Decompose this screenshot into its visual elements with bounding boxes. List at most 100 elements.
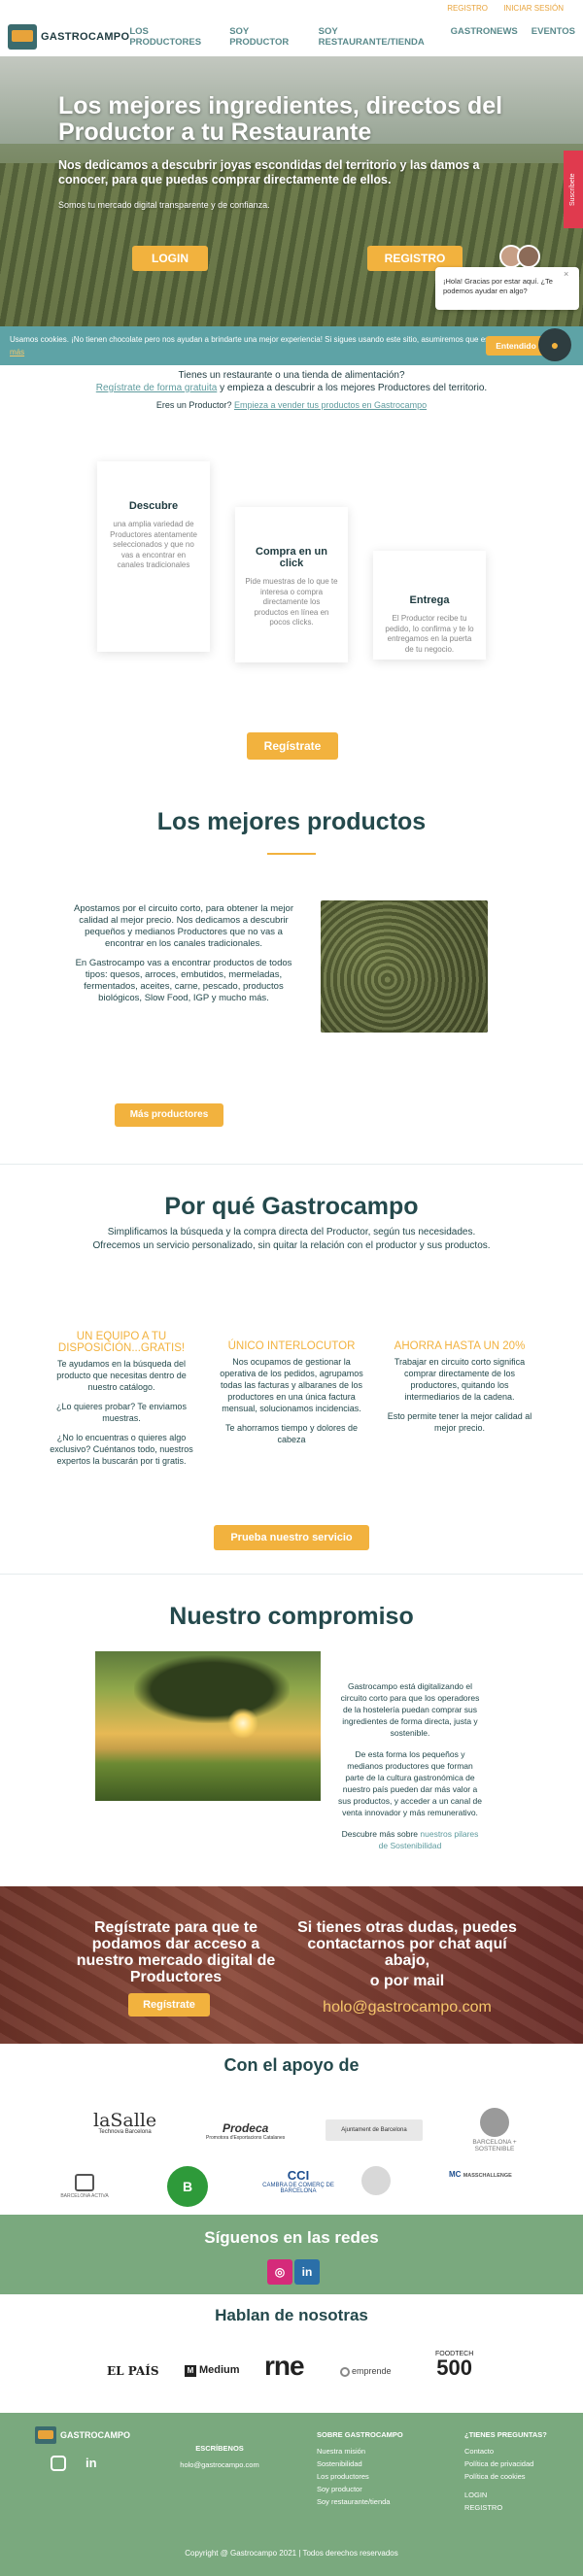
emprende-text: emprende <box>352 2366 392 2376</box>
foodtech500-logo: FOODTECH 500 <box>435 2351 473 2379</box>
cookie-banner: Usamos cookies. ¡No tienen chocolate per… <box>0 326 583 365</box>
nav-item-soy-productor[interactable]: SOY PRODUCTOR <box>229 26 304 48</box>
footer-about-title: SOBRE GASTROCAMPO <box>317 2430 403 2439</box>
barcelona-activa-logo: BARCELONA ACTIVA <box>58 2174 111 2199</box>
cta-contact-or: o por mail <box>369 1973 445 1989</box>
cta-register-button[interactable]: Regístrate <box>128 1993 210 2017</box>
sostenible-text: BARCELONA + SOSTENIBLE <box>472 2139 517 2152</box>
nav-item-soy-restaurante[interactable]: SOY RESTAURANTE/TIENDA <box>319 26 437 48</box>
why-sub-1: Simplificamos la búsqueda y la compra di… <box>107 1227 476 1237</box>
medium-logo: M Medium <box>185 2364 240 2377</box>
section-divider <box>0 1574 583 1575</box>
cookie-accept-button[interactable]: Entendido <box>486 336 546 356</box>
login-link[interactable]: INICIAR SESIÓN <box>503 4 564 13</box>
hero-tagline: Somos tu mercado digital transparente y … <box>58 200 270 210</box>
why-col-text: Te ayudamos en la búsqueda del producto … <box>56 1359 187 1392</box>
footer-link-soy-restaurante[interactable]: Soy restaurante/tienda <box>317 2495 403 2508</box>
free-register-link[interactable]: Regístrate de forma gratuita <box>96 383 218 393</box>
why-col-text: Trabajar en circuito corto significa com… <box>394 1357 526 1402</box>
footer-brand: GASTROCAMPO <box>60 2430 130 2440</box>
best-products-title: Los mejores productos <box>156 808 427 835</box>
nav-item-los-productores[interactable]: LOS PRODUCTORES <box>129 26 216 48</box>
cambra-logo: CCI CAMBRA DE COMERÇ DE BARCELONA <box>255 2168 342 2194</box>
footer-link-contacto[interactable]: Contacto <box>464 2445 547 2457</box>
instagram-icon[interactable]: ◎ <box>267 2259 292 2285</box>
footer-link-privacidad[interactable]: Política de privacidad <box>464 2457 547 2470</box>
why-title: Por qué Gastrocampo <box>164 1193 419 1220</box>
activa-text: BARCELONA ACTIVA <box>60 2193 109 2199</box>
medium-text: Medium <box>199 2364 240 2376</box>
more-producers-button[interactable]: Más productores <box>115 1103 223 1127</box>
step-card-buy: Compra en un click Pide muestras de lo q… <box>235 507 348 662</box>
elpais-logo: EL PAÍS <box>107 2364 159 2378</box>
sell-products-link[interactable]: Empieza a vender tus productos en Gastro… <box>234 400 427 410</box>
producer-intro: Eres un Productor? Empieza a vender tus … <box>0 400 583 410</box>
lasalle-logo: laSalle Technova Barcelona <box>93 2110 156 2135</box>
nav-items: LOS PRODUCTORES SOY PRODUCTOR SOY RESTAU… <box>129 26 575 48</box>
footer-instagram-icon[interactable] <box>51 2456 66 2471</box>
nav-item-eventos[interactable]: EVENTOS <box>532 26 575 48</box>
section-divider <box>0 1164 583 1165</box>
footer-link-soy-productor[interactable]: Soy productor <box>317 2483 403 2495</box>
linkedin-icon[interactable]: in <box>294 2259 320 2285</box>
hero-login-button[interactable]: LOGIN <box>132 246 208 271</box>
why-column-interlocutor: ÚNICO INTERLOCUTOR Nos ocupamos de gesti… <box>219 1340 364 1453</box>
why-col-text: Nos ocupamos de gestionar la operativa d… <box>220 1357 363 1413</box>
footer-link-productores[interactable]: Los productores <box>317 2470 403 2483</box>
why-subtitle: Simplificamos la búsqueda y la compra di… <box>0 1226 583 1253</box>
cta-email-link[interactable]: holo@gastrocampo.com <box>293 1999 521 2017</box>
footer-link-cookies[interactable]: Política de cookies <box>464 2470 547 2483</box>
chat-launcher-icon[interactable]: ● <box>538 328 571 361</box>
try-service-button[interactable]: Prueba nuestro servicio <box>214 1525 369 1550</box>
why-sub-2: Ofrecemos un servicio personalizado, sin… <box>92 1240 491 1251</box>
footer-link-mision[interactable]: Nuestra misión <box>317 2445 403 2457</box>
foodtech-500: 500 <box>436 2356 472 2380</box>
bio-logo: B <box>167 2166 208 2207</box>
footer-logo-icon <box>35 2426 56 2444</box>
footer-email-link[interactable]: holo@gastrocampo.com <box>171 2458 268 2471</box>
footer-register-link[interactable]: REGISTRO <box>464 2501 547 2514</box>
emprende-icon <box>340 2366 350 2377</box>
why-column-savings: AHORRA HASTA UN 20% Trabajar en circuito… <box>387 1340 532 1441</box>
footer-questions: ¿TIENES PREGUNTAS? Contacto Política de … <box>464 2428 547 2514</box>
chat-greeting-bubble[interactable]: ¡Hola! Gracias por estar aquí. ¿Te podem… <box>435 267 579 310</box>
footer-contact-title: ESCRÍBENOS <box>195 2444 244 2453</box>
commitment-title: Nuestro compromiso <box>169 1603 414 1630</box>
partner-logo <box>361 2166 391 2195</box>
prodeca-logo-sub: Promotora d'Exportacions Catalanes <box>206 2135 286 2141</box>
barcelona-sostenible-logo: BARCELONA + SOSTENIBLE <box>463 2108 527 2152</box>
why-col-text: Te ahorramos tiempo y dolores de cabeza <box>224 1423 359 1444</box>
why-col-title: AHORRA HASTA UN 20% <box>394 1340 526 1352</box>
nav-item-gastronews[interactable]: GASTRONEWS <box>451 26 518 48</box>
why-col-text: Esto permite tener la mejor calidad al m… <box>387 1411 532 1433</box>
footer-questions-title: ¿TIENES PREGUNTAS? <box>464 2430 547 2439</box>
cambra-logo-mark: CCI <box>287 2168 310 2183</box>
prodeca-logo: Prodeca Promotora d'Exportacions Catalan… <box>206 2121 285 2141</box>
step-text: una amplia variedad de Productores atent… <box>110 520 197 569</box>
site-logo[interactable]: GASTROCAMPO <box>8 24 129 50</box>
sunset-field-image <box>95 1651 321 1801</box>
why-col-text: ¿No lo encuentras o quieres algo exclusi… <box>50 1433 193 1466</box>
title-underline <box>267 853 316 855</box>
subscribe-side-tab[interactable]: Suscríbete <box>564 151 583 228</box>
register-link[interactable]: REGISTRO <box>447 4 488 13</box>
cta-register-text: Regístrate para que te podamos dar acces… <box>76 1919 276 1985</box>
restaurant-intro-rest: y empieza a descubrir a los mejores Prod… <box>220 383 488 393</box>
mc-logo-sub: MASSCHALLENGE <box>463 2173 512 2179</box>
footer-link-sostenibilidad[interactable]: Sostenibilidad <box>317 2457 403 2470</box>
social-title: Síguenos en las redes <box>204 2228 379 2247</box>
register-button[interactable]: Regístrate <box>247 732 338 760</box>
step-title: Compra en un click <box>256 546 327 569</box>
footer-logo[interactable]: GASTROCAMPO <box>35 2426 130 2444</box>
masschallenge-logo: MC MASSCHALLENGE <box>449 2170 512 2179</box>
footer-linkedin-icon[interactable]: in <box>86 2456 97 2470</box>
cambra-logo-sub: CAMBRA DE COMERÇ DE BARCELONA <box>262 2183 334 2194</box>
footer-login-link[interactable]: LOGIN <box>464 2489 547 2501</box>
chat-close-icon[interactable]: × <box>564 269 568 279</box>
why-col-title: UN EQUIPO A TU DISPOSICIÓN...GRATIS! <box>57 1331 186 1354</box>
sostenible-emblem-icon <box>480 2108 509 2137</box>
why-col-text: ¿Lo quieres probar? Te enviamos muestras… <box>56 1402 187 1423</box>
medium-mark-icon: M <box>185 2365 196 2377</box>
cta-contact-line: Si tienes otras dudas, puedes contactarn… <box>297 1919 517 1969</box>
olives-image <box>321 900 488 1033</box>
